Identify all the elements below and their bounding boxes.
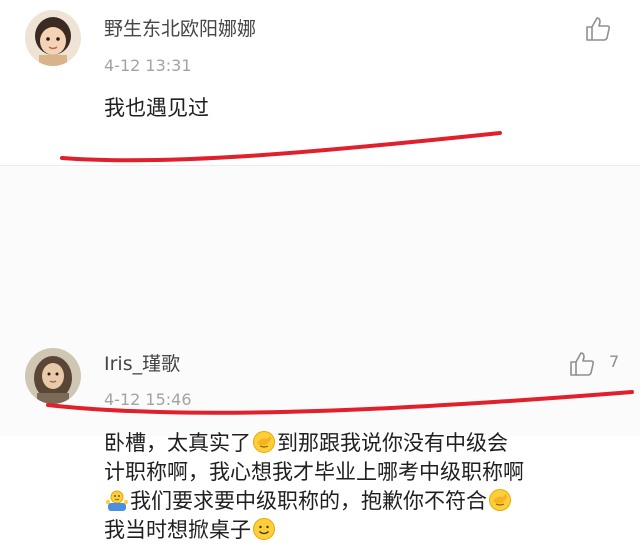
shrug-emoji-icon xyxy=(105,488,129,512)
avatar[interactable] xyxy=(25,10,81,66)
timestamp: 4-12 13:31 xyxy=(104,56,192,75)
comment-line: 计职称啊，我心想我才毕业上哪考中级职称啊 xyxy=(104,458,524,487)
like-count: 7 xyxy=(609,352,620,371)
comment-line-text: 卧槽，太真实了 xyxy=(104,431,251,455)
comment-text: 卧槽，太真实了 到那跟我说你没有中级会 计职称啊，我心想我才毕业上哪考中级职称啊 … xyxy=(104,429,524,545)
comment-line: 我当时想掀桌子 xyxy=(104,516,524,545)
facepalm-emoji-icon xyxy=(488,488,512,512)
comment-line-text: 我们要求要中级职称的，抱歉你不符合 xyxy=(130,489,487,513)
facepalm-emoji-icon xyxy=(252,430,276,454)
comment-item: 野生东北欧阳娜娜 4-12 13:31 我也遇见过 xyxy=(0,0,640,165)
thumbs-up-icon[interactable] xyxy=(583,14,613,44)
smile-emoji-icon xyxy=(252,517,276,541)
comment-line: 卧槽，太真实了 到那跟我说你没有中级会 xyxy=(104,429,524,458)
avatar[interactable] xyxy=(25,348,81,404)
timestamp: 4-12 15:46 xyxy=(104,390,192,409)
comment-line-text: 到那跟我说你没有中级会 xyxy=(277,431,508,455)
thumbs-up-icon[interactable] xyxy=(567,349,597,379)
username[interactable]: 野生东北欧阳娜娜 xyxy=(104,14,256,41)
comment-text: 我也遇见过 xyxy=(104,96,209,120)
comment-item: Iris_瑾歌 4-12 15:46 7 卧槽，太真实了 到那跟我说你没有中级会 … xyxy=(0,166,640,542)
comment-line-text: 我当时想掀桌子 xyxy=(104,518,251,542)
comment-line-text: 计职称啊，我心想我才毕业上哪考中级职称啊 xyxy=(104,460,524,484)
comment-line: 我们要求要中级职称的，抱歉你不符合 xyxy=(104,487,524,516)
username[interactable]: Iris_瑾歌 xyxy=(104,349,180,376)
